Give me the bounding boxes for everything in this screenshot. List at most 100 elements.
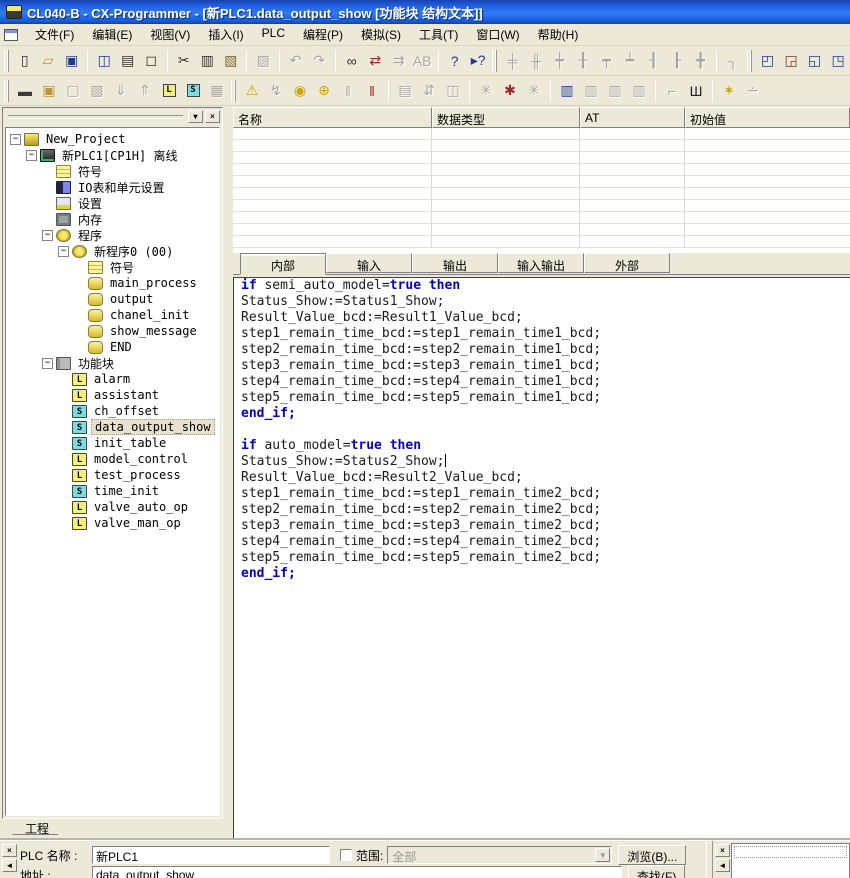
fb-ladder-icon[interactable]: L [157,79,181,103]
column-header-2[interactable]: AT [580,107,685,128]
online-edit-icon[interactable]: ⊕ [312,79,336,103]
tree-item-valve_auto_op[interactable]: Lvalve_auto_op [6,499,219,515]
menu-item-0[interactable]: 文件(F) [26,23,83,46]
findbar-collapse-button[interactable]: ◄ [2,859,17,872]
tree-item--plc1-cp1h-[interactable]: −新PLC1[CP1H] 离线 [6,147,219,163]
panel-close-button[interactable]: × [205,110,220,123]
new-file-icon[interactable]: ▯ [13,49,37,73]
tree-item-alarm[interactable]: Lalarm [6,371,219,387]
combo-arrow-icon[interactable]: ▼ [595,848,610,862]
column-header-1[interactable]: 数据类型 [432,107,580,128]
find-button[interactable]: 查找(F) [628,865,685,878]
find-text-icon[interactable]: AB [410,49,434,73]
diff-monitor-icon[interactable]: ▥ [627,79,651,103]
differential-monitor-icon[interactable]: ▤ [393,79,417,103]
view-watch-window-icon[interactable]: ◱ [803,49,827,73]
tree-expander-icon[interactable]: − [42,358,53,369]
io-comment-icon[interactable]: ▥ [555,79,579,103]
ladder-instruction-icon[interactable]: ╋ [689,49,713,73]
ladder-contact-no-icon[interactable]: ╪ [501,49,525,73]
replace-icon[interactable]: ⇄ [363,49,387,73]
tab-project[interactable]: 工程 [8,819,66,835]
menu-item-1[interactable]: 编辑(E) [83,23,141,46]
panel-dropdown-button[interactable]: ▾ [188,110,203,123]
tree-item-io-[interactable]: IO表和单元设置 [6,179,219,195]
findbar-close-button[interactable]: × [2,844,17,857]
tree-expander-icon[interactable]: − [42,230,53,241]
address-input[interactable]: data_output_show [92,866,622,878]
view-crossref-window-icon[interactable]: ◳ [826,49,850,73]
column-header-0[interactable]: 名称 [233,107,432,128]
program-check-icon[interactable]: ⚠ [240,79,264,103]
tree-item-valve_man_op[interactable]: Lvalve_man_op [6,515,219,531]
address-reference-icon[interactable]: ✱ [498,79,522,103]
view-output-window-icon[interactable]: ◲ [779,49,803,73]
tree-item-chanel_init[interactable]: chanel_init [6,307,219,323]
release-password-icon[interactable]: ∸ [741,79,765,103]
menu-item-2[interactable]: 视图(V) [141,23,199,46]
tree-item-assistant[interactable]: Lassistant [6,387,219,403]
toolbar-grip[interactable] [747,50,752,72]
tree-item-test_process[interactable]: Ltest_process [6,467,219,483]
pause-monitor-icon[interactable]: ‖ [336,79,360,103]
menu-item-7[interactable]: 工具(T) [410,23,467,46]
ladder-coil-nc-icon[interactable]: ┠ [665,49,689,73]
panel-grip[interactable] [8,115,183,119]
tree-item-model_control[interactable]: Lmodel_control [6,451,219,467]
output-dotted-row[interactable] [734,846,847,858]
tree-item--[interactable]: −功能块 [6,355,219,371]
toolbar-grip[interactable] [4,80,9,102]
set-password-icon[interactable]: ✶ [717,79,741,103]
browse-button[interactable]: 浏览(B)... [618,845,686,865]
project-tree[interactable]: −New_Project−新PLC1[CP1H] 离线符号IO表和单元设置设置内… [5,127,220,816]
work-online-icon[interactable]: ▬ [13,79,37,103]
st-code-editor[interactable]: if semi_auto_model=true thenStatus_Show:… [233,277,850,838]
rung-comment-icon[interactable]: ▥ [579,79,603,103]
menu-item-9[interactable]: 帮助(H) [529,23,588,46]
menu-item-8[interactable]: 窗口(W) [467,23,528,46]
save-icon[interactable]: ▣ [60,49,84,73]
undo-icon[interactable]: ↶ [284,49,308,73]
print-preview-icon[interactable]: ◻ [139,49,163,73]
ladder-horizontal-icon[interactable]: ┷ [618,49,642,73]
find-icon[interactable]: ∞ [340,49,364,73]
upload-icon[interactable]: ⇑ [133,79,157,103]
ladder-or-no-icon[interactable]: ┿ [548,49,572,73]
tree-item-output[interactable]: output [6,291,219,307]
ladder-branch-icon[interactable]: ┐ [721,49,745,73]
scope-checkbox[interactable] [340,849,352,861]
ladder-or-nc-icon[interactable]: ╂ [571,49,595,73]
redo-icon[interactable]: ↷ [307,49,331,73]
compile-icon[interactable]: ◫ [92,49,116,73]
compare-program-icon[interactable]: ▧ [85,79,109,103]
tree-item-data_output_show[interactable]: Sdata_output_show [6,419,219,435]
pause-icon[interactable]: ‖ [360,79,384,103]
tab-输入输出[interactable]: 输入输出 [498,253,584,273]
menu-item-6[interactable]: 模拟(S) [352,23,410,46]
paste-attributes-icon[interactable]: ▨ [251,49,275,73]
tab-输出[interactable]: 输出 [412,253,498,273]
output-close-button[interactable]: × [715,844,730,857]
fb-st-icon[interactable]: S [181,79,205,103]
ladder-contact-nc-icon[interactable]: ╫ [524,49,548,73]
tree-item-main_process[interactable]: main_process [6,275,219,291]
child-window-icon[interactable] [4,29,18,41]
menu-item-5[interactable]: 编程(P) [294,23,352,46]
find-symbol-icon[interactable]: ⇉ [387,49,411,73]
tab-内部[interactable]: 内部 [240,253,326,275]
time-chart-monitor-icon[interactable]: Ш [684,79,708,103]
bottom-splitter[interactable] [706,841,713,878]
download-icon[interactable]: ⇓ [109,79,133,103]
find-error-icon[interactable]: ◉ [288,79,312,103]
toolbar-grip[interactable] [492,50,497,72]
print-icon[interactable]: ▤ [116,49,140,73]
time-chart-icon[interactable]: ◫ [441,79,465,103]
monitor-icon[interactable]: ▢ [61,79,85,103]
step-run-icon[interactable]: ⌐ [660,79,684,103]
tree-item--[interactable]: 内存 [6,211,219,227]
tree-item--0-00-[interactable]: −新程序0 (00) [6,243,219,259]
symbol-usage-icon[interactable]: ✳ [522,79,546,103]
data-trace-icon[interactable]: ⇵ [417,79,441,103]
tree-item-init_table[interactable]: Sinit_table [6,435,219,451]
variable-table[interactable]: 名称数据类型AT初始值 [233,107,850,253]
